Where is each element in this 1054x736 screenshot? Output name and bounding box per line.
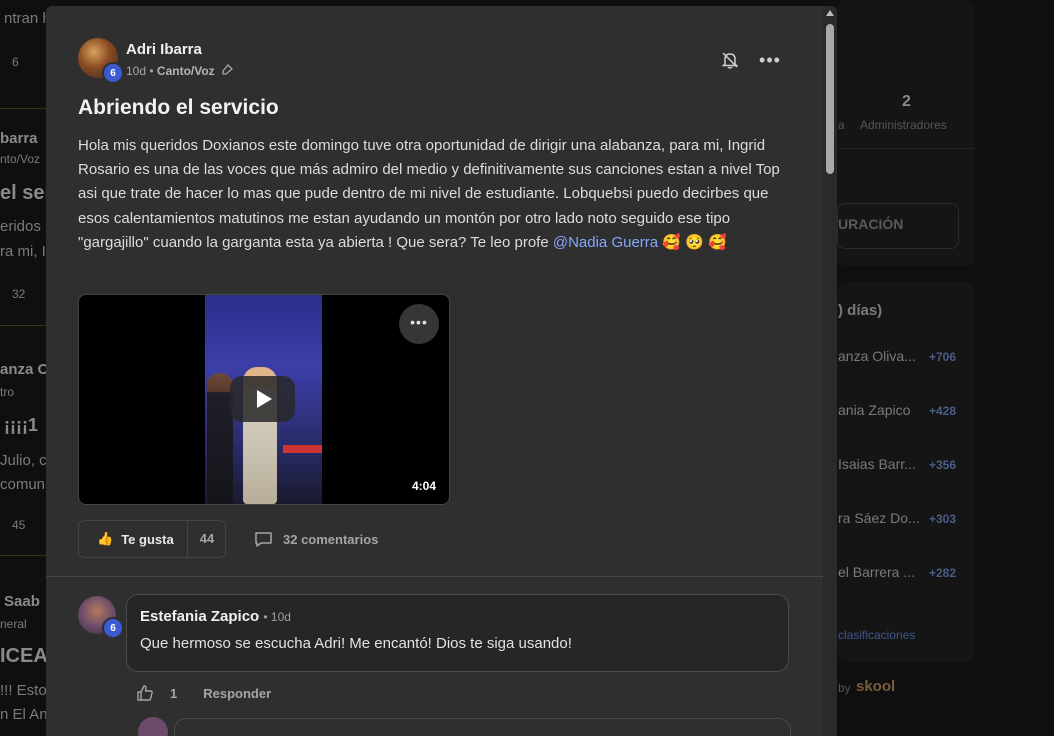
powered-by: by [838, 681, 851, 695]
background-snippet: neral [0, 617, 27, 631]
background-snippet: 45 [12, 518, 26, 532]
comments-count-label: 32 comentarios [283, 531, 379, 547]
comment-like-icon[interactable] [136, 684, 154, 702]
post-modal: 6 Adri Ibarra 10d • Canto/Voz ••• Abrien… [46, 6, 837, 736]
reply-button[interactable]: Responder [203, 686, 271, 701]
like-label: Te gusta [121, 531, 174, 547]
background-snippet: 6 [12, 55, 19, 69]
leaderboard-name[interactable]: Isaias Barr... [838, 456, 916, 472]
mention-link[interactable]: @Nadia Guerra [553, 234, 658, 251]
video-player[interactable]: ••• 4:04 [78, 294, 450, 505]
comment-actions: 1 Responder [136, 682, 271, 704]
video-duration: 4:04 [406, 476, 441, 496]
comment-bubble-icon [255, 531, 272, 547]
author-level-badge: 6 [102, 62, 124, 84]
background-snippet: nto/Voz [0, 152, 41, 166]
comment-author[interactable]: Estefania Zapico [140, 608, 259, 625]
leaderboard-title: ) días) [838, 302, 883, 319]
next-comment-avatar [138, 717, 168, 736]
background-snippet: ¡¡¡¡1 [4, 415, 38, 435]
post-time: 10d [126, 64, 147, 78]
leaderboard-name[interactable]: ania Zapico [838, 402, 910, 418]
divider [46, 576, 823, 577]
leaderboard-link[interactable]: clasificaciones [838, 628, 915, 642]
stat-fragment: a [838, 118, 845, 132]
leaderboard-name[interactable]: anza Oliva... [838, 348, 916, 364]
leaderboard-points: +282 [929, 566, 957, 580]
comment-time: 10d [270, 610, 291, 624]
comment-text: Que hermoso se escucha Adri! Me encantó!… [140, 635, 572, 652]
leaderboard-points: +706 [929, 350, 957, 364]
leaderboard-name[interactable]: el Barrera ... [838, 564, 915, 580]
microphone-icon [220, 64, 233, 80]
leaderboard-card [837, 282, 975, 662]
thumbs-up-icon: 👍 [97, 531, 114, 546]
comment-author-name: Estefania Zapico • 10d [140, 608, 291, 625]
background-snippet: ra mi, I [0, 243, 46, 260]
comment-level-badge: 6 [102, 617, 124, 639]
background-snippet: comun [0, 476, 46, 493]
background-snippet: barra [0, 130, 38, 147]
background-snippet: ICEA [0, 645, 48, 667]
play-icon[interactable] [230, 376, 295, 422]
leaderboard-points: +428 [929, 404, 957, 418]
admins-count: 2 [902, 93, 911, 110]
post-title: Abriendo el servicio [78, 96, 279, 119]
skool-logo: skool [856, 678, 896, 695]
settings-label: URACIÓN [838, 216, 904, 232]
leaderboard-name[interactable]: ra Sáez Do... [838, 510, 920, 526]
leaderboard-points: +303 [929, 512, 957, 526]
comment-like-count: 1 [170, 685, 178, 701]
scroll-up-arrow-icon[interactable] [826, 10, 834, 16]
video-more-options-icon[interactable]: ••• [399, 304, 439, 344]
modal-scrollbar[interactable] [823, 6, 837, 736]
like-control: 👍 Te gusta 44 [78, 520, 226, 558]
admins-label: Administradores [860, 118, 947, 132]
background-snippet: n El An [0, 706, 48, 723]
more-options-icon[interactable]: ••• [758, 50, 782, 70]
background-snippet: !!! Esto [0, 682, 47, 699]
like-count[interactable]: 44 [188, 521, 226, 557]
post-body: Hola mis queridos Doxianos este domingo … [78, 134, 794, 255]
scroll-thumb[interactable] [826, 24, 834, 174]
post-category[interactable]: Canto/Voz [157, 64, 215, 78]
author-name[interactable]: Adri Ibarra [126, 41, 202, 58]
background-snippet: Saab [4, 593, 40, 610]
post-emojis: 🥰 🥺 🥰 [662, 233, 727, 251]
post-meta: 10d • Canto/Voz [126, 64, 233, 80]
background-snippet: el ser [0, 182, 53, 204]
like-button[interactable]: 👍 Te gusta [79, 521, 187, 557]
comments-button[interactable]: 32 comentarios [254, 529, 378, 549]
notification-bell-icon[interactable] [720, 50, 740, 70]
background-snippet: anza O [0, 361, 50, 378]
background-snippet: Julio, c [0, 452, 47, 469]
leaderboard-points: +356 [929, 458, 957, 472]
background-snippet: tro [0, 385, 15, 399]
comment-bubble: Estefania Zapico • 10d Que hermoso se es… [126, 594, 789, 672]
background-snippet: 32 [12, 287, 26, 301]
